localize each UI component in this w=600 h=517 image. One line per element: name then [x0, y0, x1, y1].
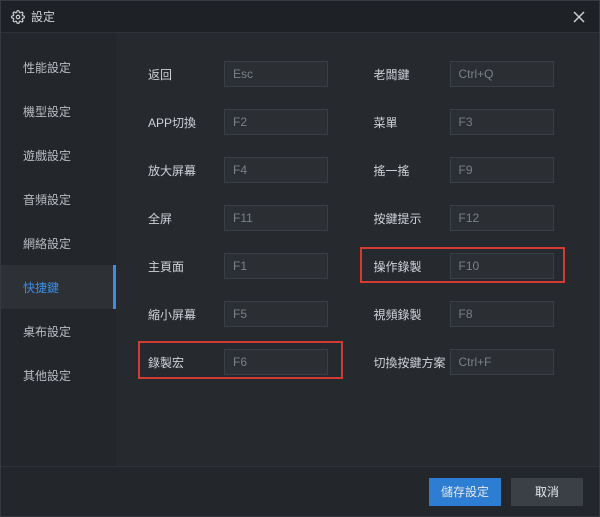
shortcut-input-zoom-in[interactable]: F4: [224, 157, 328, 183]
shortcut-row-home: 主頁面F1: [148, 253, 350, 279]
shortcut-row-zoom-out: 縮小屏幕F5: [148, 301, 350, 327]
shortcut-row-app-switch: APP切換F2: [148, 109, 350, 135]
shortcut-label: 返回: [148, 66, 224, 83]
shortcut-input-app-switch[interactable]: F2: [224, 109, 328, 135]
shortcut-label: 錄製宏: [148, 354, 224, 371]
window-title: 設定: [31, 8, 55, 25]
sidebar: 性能設定 機型設定 遊戲設定 音頻設定 網絡設定 快捷鍵 桌布設定 其他設定: [1, 33, 116, 466]
shortcut-input-switch-keymap[interactable]: Ctrl+F: [450, 349, 554, 375]
shortcut-label: 放大屏幕: [148, 162, 224, 179]
sidebar-item-label: 快捷鍵: [23, 279, 59, 296]
settings-window: 設定 性能設定 機型設定 遊戲設定 音頻設定 網絡設定 快捷鍵 桌布設定 其他設…: [0, 0, 600, 517]
titlebar: 設定: [1, 1, 599, 33]
gear-icon: [11, 10, 25, 24]
shortcut-row-fullscreen: 全屏F11: [148, 205, 350, 231]
sidebar-item-performance[interactable]: 性能設定: [1, 45, 116, 89]
shortcut-label: 菜單: [374, 114, 450, 131]
shortcut-input-menu[interactable]: F3: [450, 109, 554, 135]
sidebar-item-label: 桌布設定: [23, 323, 71, 340]
shortcut-label: 操作錄製: [374, 258, 450, 275]
shortcut-row-record-macro: 錄製宏F6: [148, 349, 350, 375]
shortcut-input-home[interactable]: F1: [224, 253, 328, 279]
shortcut-input-record-macro[interactable]: F6: [224, 349, 328, 375]
sidebar-item-shortcuts[interactable]: 快捷鍵: [1, 265, 116, 309]
shortcut-row-op-record: 操作錄製F10: [374, 253, 576, 279]
footer: 儲存設定 取消: [1, 466, 599, 516]
shortcut-input-fullscreen[interactable]: F11: [224, 205, 328, 231]
shortcut-label: 按鍵提示: [374, 210, 450, 227]
shortcut-row-zoom-in: 放大屏幕F4: [148, 157, 350, 183]
shortcut-input-key-hint[interactable]: F12: [450, 205, 554, 231]
sidebar-item-label: 音頻設定: [23, 191, 71, 208]
shortcut-row-video-record: 視頻錄製F8: [374, 301, 576, 327]
cancel-button[interactable]: 取消: [511, 478, 583, 506]
shortcut-input-zoom-out[interactable]: F5: [224, 301, 328, 327]
sidebar-item-other[interactable]: 其他設定: [1, 353, 116, 397]
shortcut-label: 切換按鍵方案: [374, 354, 450, 371]
content-area: 返回Esc老闆鍵Ctrl+QAPP切換F2菜單F3放大屏幕F4搖一搖F9全屏F1…: [116, 33, 599, 466]
shortcut-row-switch-keymap: 切換按鍵方案Ctrl+F: [374, 349, 576, 375]
shortcut-label: 縮小屏幕: [148, 306, 224, 323]
shortcut-input-video-record[interactable]: F8: [450, 301, 554, 327]
shortcut-label: 搖一搖: [374, 162, 450, 179]
shortcut-input-shake[interactable]: F9: [450, 157, 554, 183]
sidebar-item-audio[interactable]: 音頻設定: [1, 177, 116, 221]
save-button[interactable]: 儲存設定: [429, 478, 501, 506]
sidebar-item-network[interactable]: 網絡設定: [1, 221, 116, 265]
body: 性能設定 機型設定 遊戲設定 音頻設定 網絡設定 快捷鍵 桌布設定 其他設定 返…: [1, 33, 599, 466]
sidebar-item-label: 網絡設定: [23, 235, 71, 252]
shortcut-row-boss-key: 老闆鍵Ctrl+Q: [374, 61, 576, 87]
shortcut-input-boss-key[interactable]: Ctrl+Q: [450, 61, 554, 87]
shortcut-label: 老闆鍵: [374, 66, 450, 83]
shortcut-label: 主頁面: [148, 258, 224, 275]
shortcut-row-back: 返回Esc: [148, 61, 350, 87]
sidebar-item-model[interactable]: 機型設定: [1, 89, 116, 133]
sidebar-item-label: 其他設定: [23, 367, 71, 384]
shortcut-grid: 返回Esc老闆鍵Ctrl+QAPP切換F2菜單F3放大屏幕F4搖一搖F9全屏F1…: [148, 61, 575, 375]
shortcut-input-op-record[interactable]: F10: [450, 253, 554, 279]
sidebar-item-label: 性能設定: [23, 59, 71, 76]
sidebar-item-label: 遊戲設定: [23, 147, 71, 164]
shortcut-label: APP切換: [148, 114, 224, 131]
sidebar-item-game[interactable]: 遊戲設定: [1, 133, 116, 177]
sidebar-item-wallpaper[interactable]: 桌布設定: [1, 309, 116, 353]
shortcut-row-key-hint: 按鍵提示F12: [374, 205, 576, 231]
shortcut-input-back[interactable]: Esc: [224, 61, 328, 87]
shortcut-row-shake: 搖一搖F9: [374, 157, 576, 183]
shortcut-row-menu: 菜單F3: [374, 109, 576, 135]
shortcut-label: 全屏: [148, 210, 224, 227]
sidebar-item-label: 機型設定: [23, 103, 71, 120]
shortcut-label: 視頻錄製: [374, 306, 450, 323]
close-button[interactable]: [569, 7, 589, 27]
close-icon: [573, 11, 585, 23]
